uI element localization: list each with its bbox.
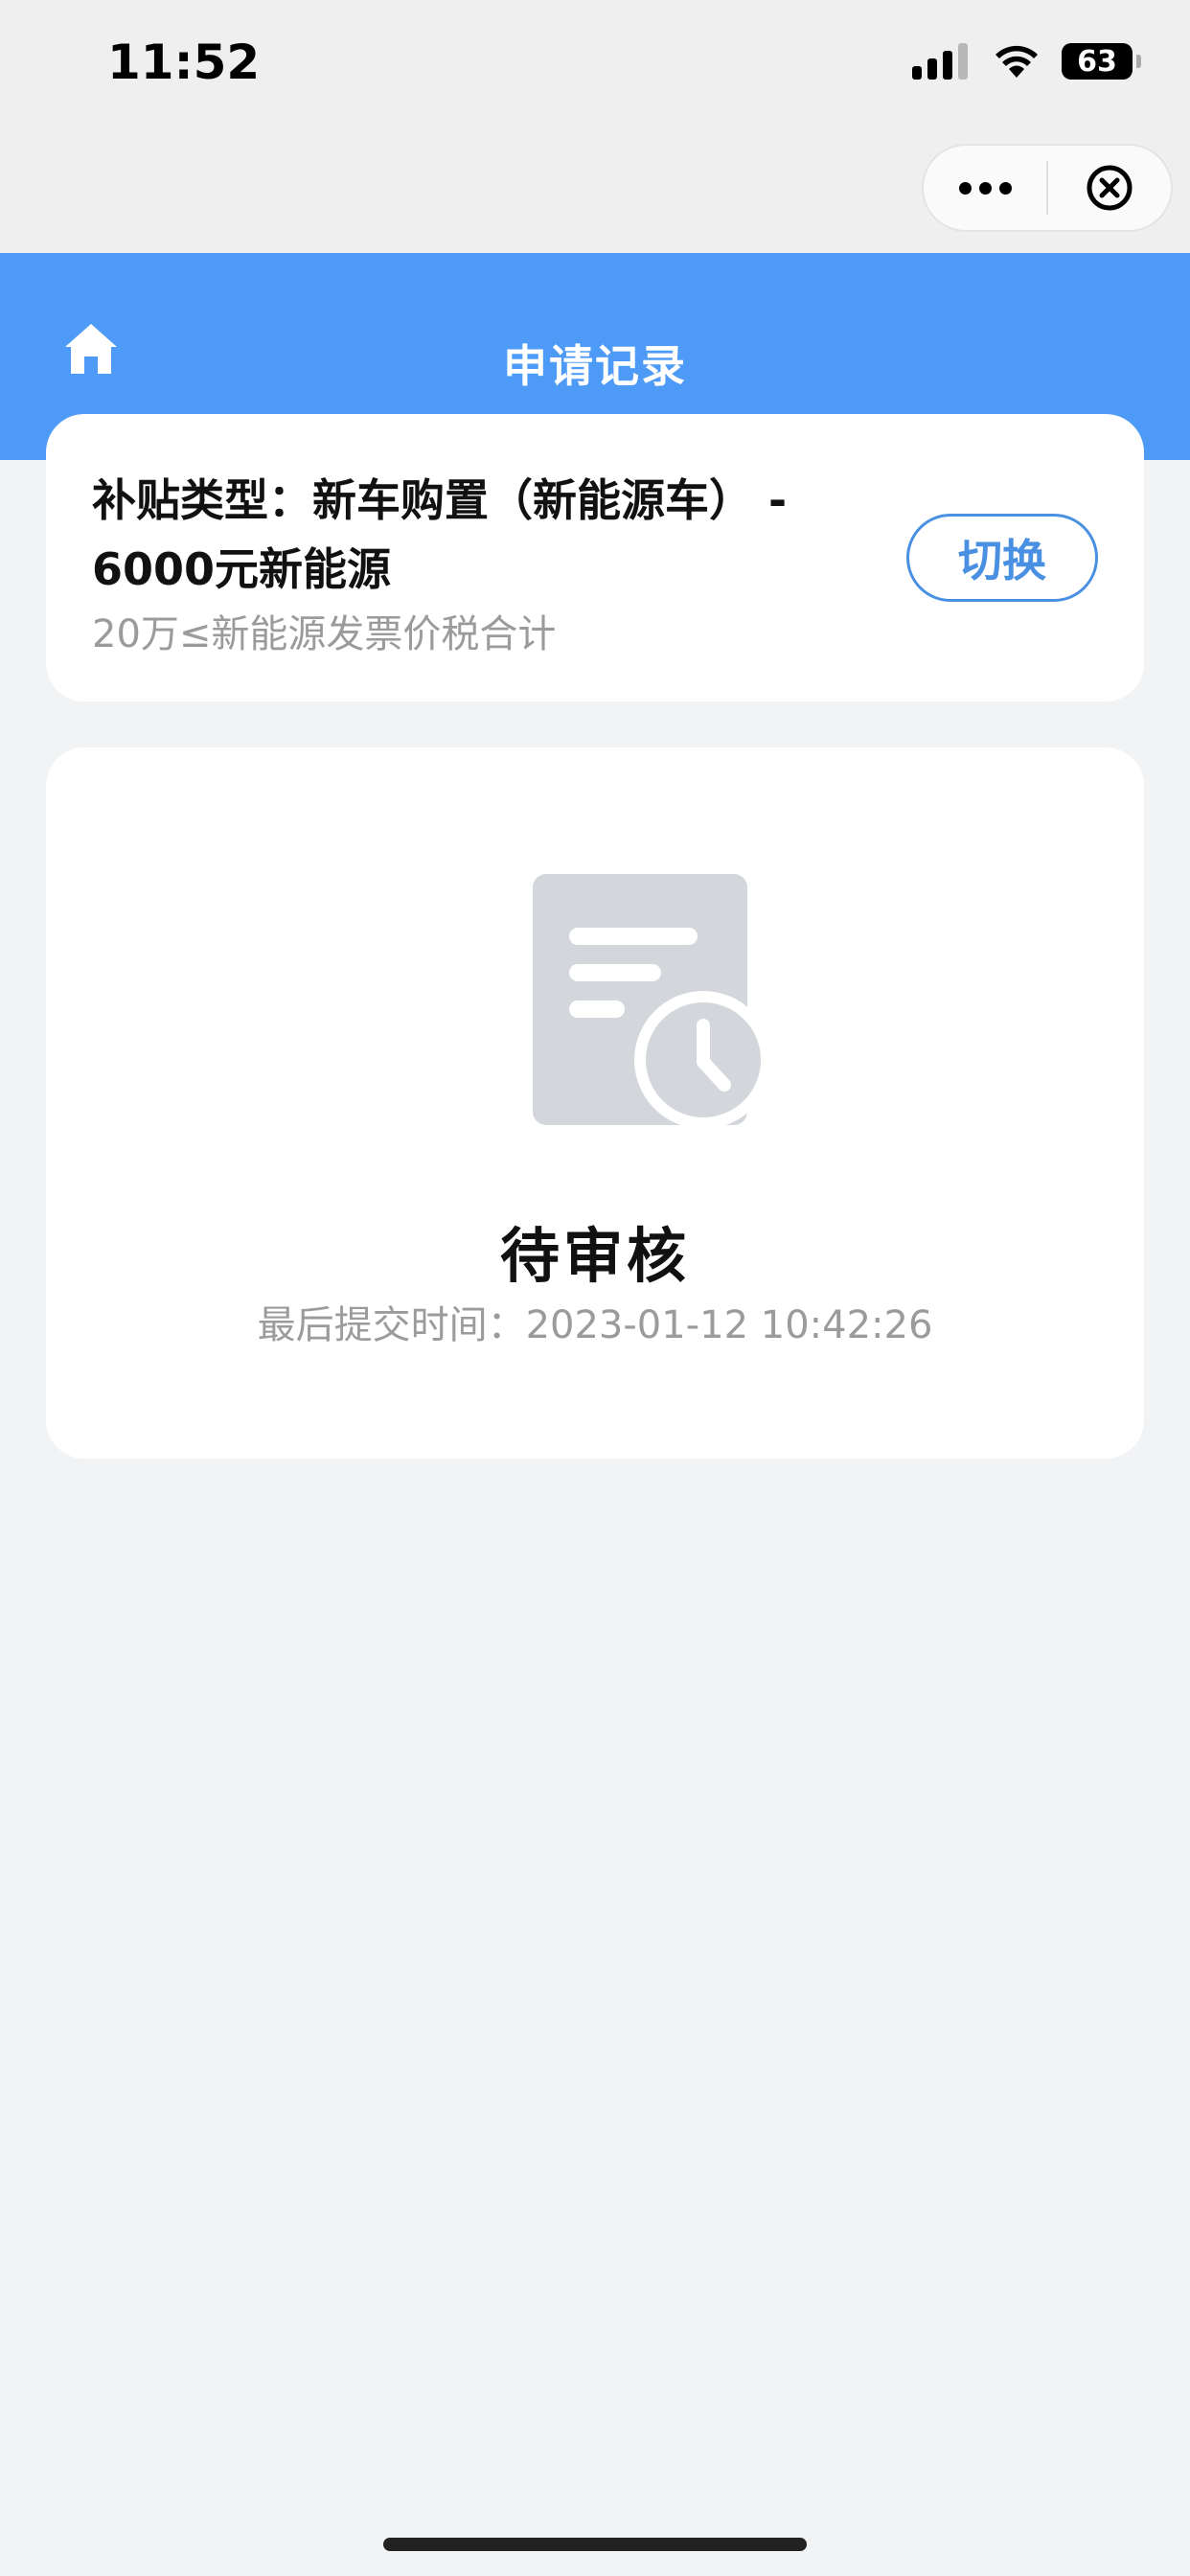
subsidy-type: 补贴类型：新车购置（新能源车） - 6000元新能源 <box>92 466 916 604</box>
submit-time-value: 2023-01-12 10:42:26 <box>525 1303 933 1347</box>
status-time: 11:52 <box>107 34 261 90</box>
submit-time-label: 最后提交时间： <box>257 1303 526 1347</box>
application-status-card: 待审核 最后提交时间：2023-01-12 10:42:26 <box>46 748 1144 1459</box>
wifi-icon <box>995 45 1038 78</box>
more-dots-icon <box>958 181 1012 195</box>
subsidy-info: 补贴类型：新车购置（新能源车） - 6000元新能源 20万≤新能源发票价税合计 <box>92 466 916 661</box>
close-button[interactable] <box>1048 146 1171 230</box>
document-clock-icon <box>533 874 772 1129</box>
cellular-signal-icon <box>912 43 968 80</box>
battery-level: 63 <box>1077 44 1117 79</box>
switch-button[interactable]: 切换 <box>906 514 1098 602</box>
subsidy-type-line1: 补贴类型：新车购置（新能源车） - <box>92 474 788 526</box>
capsule-menu <box>922 144 1173 232</box>
subsidy-description: 20万≤新能源发票价税合计 <box>92 612 557 656</box>
submit-time-row: 最后提交时间：2023-01-12 10:42:26 <box>46 1294 1144 1349</box>
status-title: 待审核 <box>499 1221 690 1291</box>
status-bar: 11:52 63 <box>0 0 1190 134</box>
nav-bar <box>0 134 1190 253</box>
battery-icon: 63 <box>1062 43 1141 80</box>
status-icons: 63 <box>912 40 1141 82</box>
more-button[interactable] <box>924 146 1046 230</box>
subsidy-type-line2: 6000元新能源 <box>92 543 392 595</box>
page-title: 申请记录 <box>503 340 687 392</box>
subsidy-card: 补贴类型：新车购置（新能源车） - 6000元新能源 20万≤新能源发票价税合计… <box>46 414 1144 702</box>
home-indicator[interactable] <box>383 2538 807 2551</box>
close-circle-icon <box>1087 165 1133 211</box>
